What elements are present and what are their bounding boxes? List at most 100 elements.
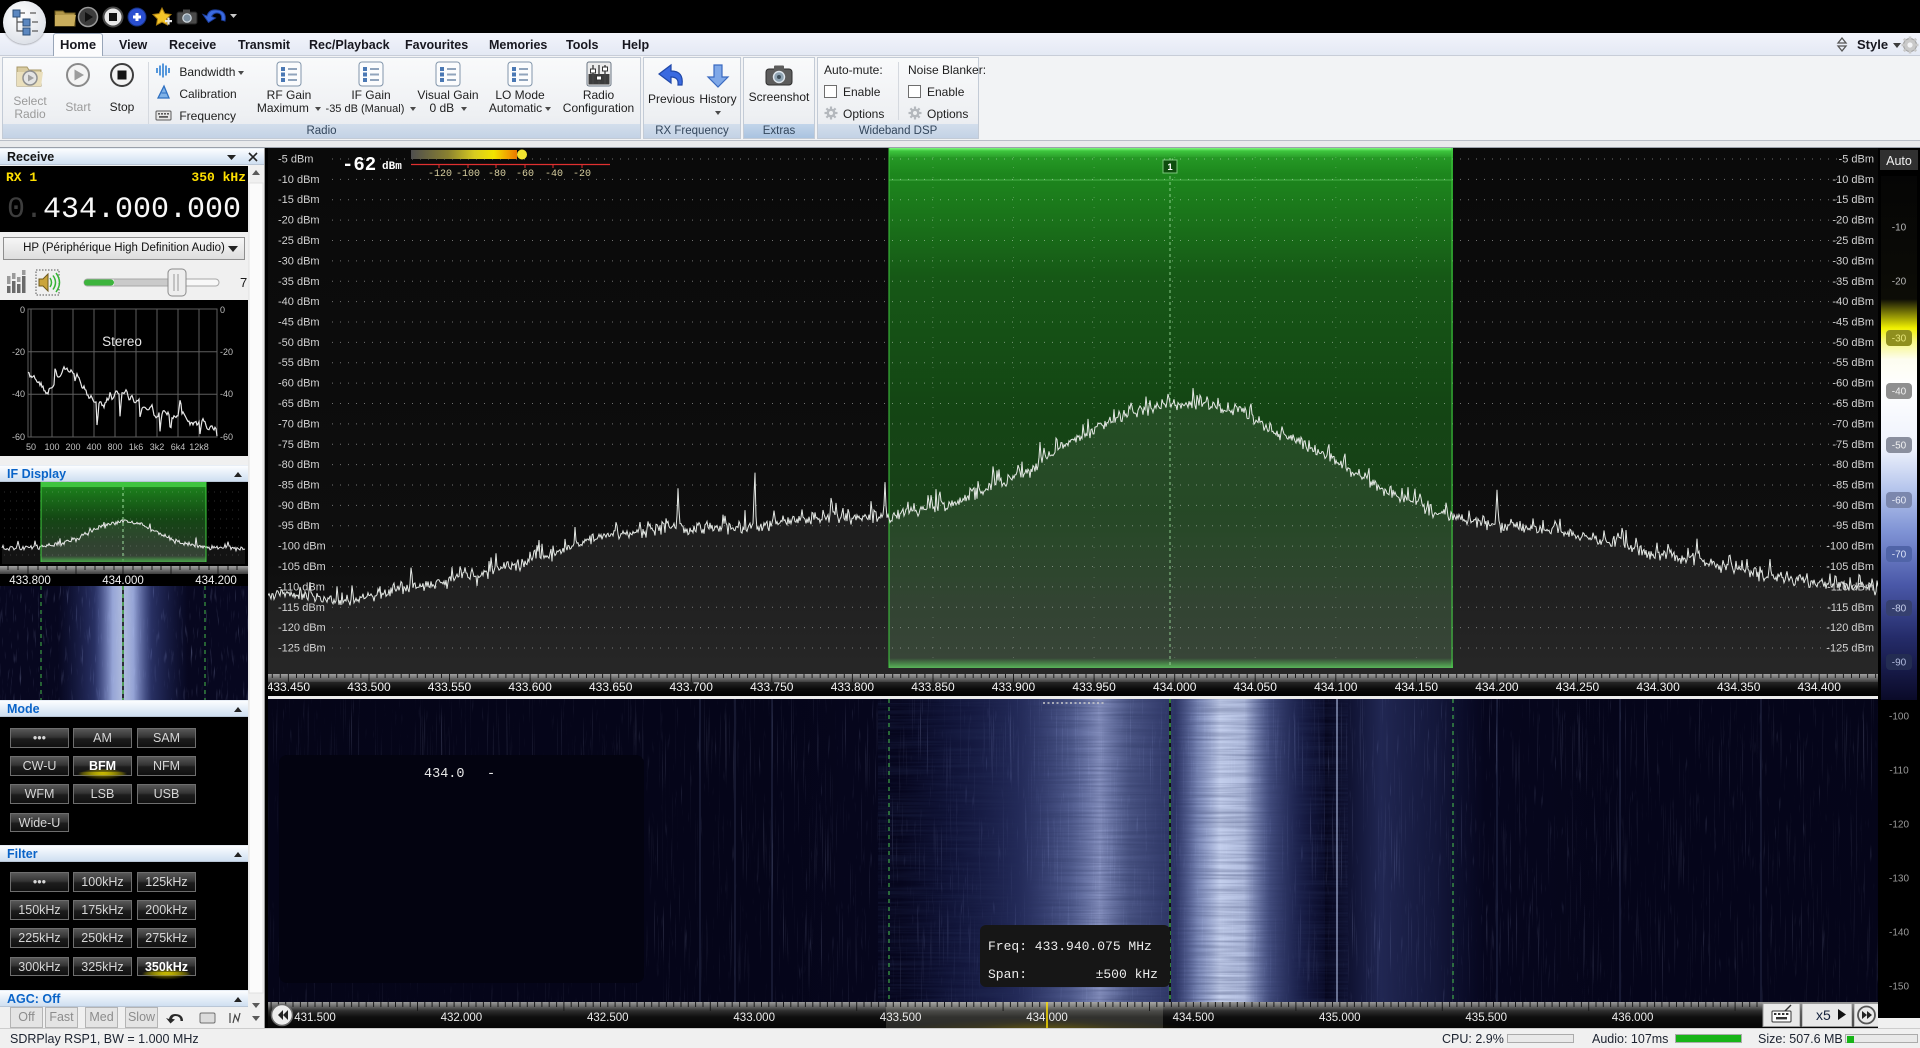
svg-text:7: 7 bbox=[240, 275, 247, 290]
svg-text:-40: -40 bbox=[220, 389, 233, 399]
svg-text:433.850: 433.850 bbox=[911, 680, 955, 694]
svg-text:-35 dBm: -35 dBm bbox=[1832, 276, 1874, 288]
svg-text:-120: -120 bbox=[428, 169, 452, 180]
svg-text:-65 dBm: -65 dBm bbox=[1832, 398, 1874, 410]
svg-text:-35 dBm: -35 dBm bbox=[278, 276, 320, 288]
svg-text:433.600: 433.600 bbox=[508, 680, 552, 694]
svg-text:-5 dBm: -5 dBm bbox=[1839, 154, 1874, 166]
svg-text:-60: -60 bbox=[516, 169, 534, 180]
svg-text:-130: -130 bbox=[1889, 874, 1909, 885]
svg-text:-100 dBm: -100 dBm bbox=[1826, 541, 1874, 553]
svg-text:-40: -40 bbox=[1892, 387, 1907, 398]
svg-text:50: 50 bbox=[26, 442, 36, 452]
svg-text:434.100: 434.100 bbox=[1314, 680, 1358, 694]
svg-text:-120: -120 bbox=[1889, 820, 1909, 831]
svg-text:-70 dBm: -70 dBm bbox=[1832, 418, 1874, 430]
svg-text:1: 1 bbox=[1167, 162, 1173, 173]
svg-text:-40 dBm: -40 dBm bbox=[1832, 296, 1874, 308]
svg-text:-60: -60 bbox=[1892, 496, 1907, 507]
svg-text:-20: -20 bbox=[220, 347, 233, 357]
svg-text:Auto: Auto bbox=[1886, 154, 1912, 168]
svg-text:433.750: 433.750 bbox=[750, 680, 794, 694]
svg-text:-85 dBm: -85 dBm bbox=[1832, 480, 1874, 492]
svg-text:-62: -62 bbox=[342, 154, 376, 176]
svg-text:-10 dBm: -10 dBm bbox=[1832, 174, 1874, 186]
svg-text:-60: -60 bbox=[220, 432, 233, 442]
svg-text:1k6: 1k6 bbox=[129, 442, 144, 452]
svg-text:434.150: 434.150 bbox=[1395, 680, 1439, 694]
svg-text:-25 dBm: -25 dBm bbox=[278, 235, 320, 247]
svg-text:400: 400 bbox=[86, 442, 101, 452]
svg-text:-100: -100 bbox=[456, 169, 480, 180]
svg-text:-30 dBm: -30 dBm bbox=[278, 255, 320, 267]
svg-text:-120 dBm: -120 dBm bbox=[1826, 622, 1874, 634]
svg-text:434.250: 434.250 bbox=[1556, 680, 1600, 694]
svg-text:432.500: 432.500 bbox=[587, 1012, 629, 1024]
svg-text:-50: -50 bbox=[1892, 441, 1907, 452]
svg-text:0: 0 bbox=[20, 305, 25, 315]
svg-text:-65 dBm: -65 dBm bbox=[278, 398, 320, 410]
svg-text:-105 dBm: -105 dBm bbox=[278, 561, 326, 573]
svg-text:432.000: 432.000 bbox=[441, 1012, 483, 1024]
svg-text:-125 dBm: -125 dBm bbox=[278, 643, 326, 655]
svg-text:434.000: 434.000 bbox=[102, 575, 144, 586]
svg-text:-85 dBm: -85 dBm bbox=[278, 480, 320, 492]
svg-text:Freq: 433.940.075 MHz: Freq: 433.940.075 MHz bbox=[988, 939, 1152, 954]
svg-text:-80: -80 bbox=[1892, 604, 1907, 615]
svg-text:-80 dBm: -80 dBm bbox=[278, 459, 320, 471]
svg-text:-55 dBm: -55 dBm bbox=[278, 357, 320, 369]
svg-text:-40: -40 bbox=[12, 389, 25, 399]
svg-text:-60 dBm: -60 dBm bbox=[1832, 378, 1874, 390]
svg-text:-60: -60 bbox=[12, 432, 25, 442]
svg-text:433.550: 433.550 bbox=[428, 680, 472, 694]
svg-text:434.400: 434.400 bbox=[1798, 680, 1842, 694]
svg-text:-45 dBm: -45 dBm bbox=[278, 317, 320, 329]
svg-text:-90 dBm: -90 dBm bbox=[1832, 500, 1874, 512]
svg-text:800: 800 bbox=[107, 442, 122, 452]
svg-text:-20: -20 bbox=[1892, 277, 1907, 288]
svg-text:-20 dBm: -20 dBm bbox=[1832, 215, 1874, 227]
svg-text:-100 dBm: -100 dBm bbox=[278, 541, 326, 553]
svg-text:434.0: 434.0 bbox=[424, 767, 465, 782]
svg-text:-110: -110 bbox=[1889, 766, 1909, 777]
svg-text:-115 dBm: -115 dBm bbox=[1827, 602, 1874, 614]
svg-text:-50 dBm: -50 dBm bbox=[1832, 337, 1874, 349]
svg-text:433.500: 433.500 bbox=[880, 1012, 922, 1024]
svg-text:-70 dBm: -70 dBm bbox=[278, 418, 320, 430]
svg-text:434.050: 434.050 bbox=[1234, 680, 1278, 694]
svg-text:433.650: 433.650 bbox=[589, 680, 633, 694]
svg-text:-150: -150 bbox=[1889, 982, 1909, 993]
svg-text:-40 dBm: -40 dBm bbox=[278, 296, 320, 308]
svg-text:433.800: 433.800 bbox=[831, 680, 875, 694]
svg-text:436.000: 436.000 bbox=[1612, 1012, 1654, 1024]
svg-text:3k2: 3k2 bbox=[150, 442, 165, 452]
svg-text:-140: -140 bbox=[1889, 928, 1909, 939]
svg-text:434.200: 434.200 bbox=[1475, 680, 1519, 694]
svg-text:-20: -20 bbox=[573, 169, 591, 180]
svg-text:-10 dBm: -10 dBm bbox=[278, 174, 320, 186]
svg-text:-105 dBm: -105 dBm bbox=[1826, 561, 1874, 573]
svg-text:-110 dBm: -110 dBm bbox=[1827, 581, 1874, 593]
svg-text:-70: -70 bbox=[1892, 550, 1907, 561]
svg-text:12k8: 12k8 bbox=[189, 442, 209, 452]
svg-text:6k4: 6k4 bbox=[171, 442, 186, 452]
svg-text:-75 dBm: -75 dBm bbox=[1832, 439, 1874, 451]
svg-text:-100: -100 bbox=[1889, 712, 1909, 723]
svg-text:433.900: 433.900 bbox=[992, 680, 1036, 694]
svg-text:-30 dBm: -30 dBm bbox=[1832, 255, 1874, 267]
svg-text:±500 kHz: ±500 kHz bbox=[1096, 967, 1158, 982]
svg-text:433.700: 433.700 bbox=[670, 680, 714, 694]
svg-text:100: 100 bbox=[44, 442, 59, 452]
svg-text:x5: x5 bbox=[1816, 1007, 1831, 1023]
svg-text:Style: Style bbox=[1857, 37, 1888, 52]
svg-text:-120 dBm: -120 dBm bbox=[278, 622, 326, 634]
svg-text:433.000: 433.000 bbox=[733, 1012, 775, 1024]
svg-text:-45 dBm: -45 dBm bbox=[1832, 317, 1874, 329]
svg-text:-60 dBm: -60 dBm bbox=[278, 378, 320, 390]
svg-text:-15 dBm: -15 dBm bbox=[278, 194, 320, 206]
svg-text:dBm: dBm bbox=[382, 161, 402, 173]
svg-text:431.500: 431.500 bbox=[294, 1012, 336, 1024]
svg-text:-10: -10 bbox=[1892, 223, 1907, 234]
svg-text:-: - bbox=[487, 767, 495, 782]
svg-text:-125 dBm: -125 dBm bbox=[1826, 643, 1874, 655]
